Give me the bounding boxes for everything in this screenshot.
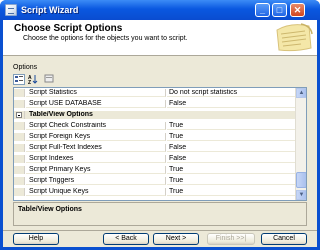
- property-name: Script USE DATABASE: [26, 100, 166, 108]
- category-label: Table/View Options: [26, 111, 296, 119]
- scroll-art-icon: [276, 23, 313, 52]
- row-gutter: [14, 100, 25, 108]
- property-pages-icon[interactable]: [43, 74, 55, 85]
- property-row[interactable]: Script Foreign Keys True: [14, 133, 296, 141]
- svg-text:Z: Z: [28, 80, 31, 84]
- minimize-button[interactable]: _: [255, 3, 270, 17]
- property-name: Script Unique Keys: [26, 188, 166, 196]
- property-name: Script Indexes: [26, 155, 166, 163]
- page-title: Choose Script Options: [14, 23, 123, 34]
- page-header: Choose Script Options Choose the options…: [3, 20, 317, 56]
- property-name: Script Primary Keys: [26, 166, 166, 174]
- wizard-icon: [5, 4, 17, 16]
- description-title: Table/View Options: [18, 206, 82, 213]
- property-row[interactable]: Script Statistics Do not script statistic…: [14, 89, 296, 97]
- row-gutter: [14, 133, 25, 141]
- scroll-up-arrow-icon[interactable]: ▲: [296, 88, 306, 98]
- property-value[interactable]: True: [167, 133, 296, 141]
- page-subtitle: Choose the options for the objects you w…: [23, 35, 188, 42]
- script-wizard-window: Script Wizard _ □ ✕ Choose Script Option…: [0, 0, 320, 250]
- property-row[interactable]: Script Check Constraints True: [14, 122, 296, 130]
- property-row[interactable]: Script Full-Text Indexes False: [14, 144, 296, 152]
- help-button[interactable]: Help: [13, 233, 59, 245]
- footer-divider: [3, 230, 317, 231]
- finish-button[interactable]: Finish >>|: [207, 233, 255, 245]
- row-gutter: [14, 155, 25, 163]
- property-value[interactable]: False: [167, 100, 296, 108]
- back-button[interactable]: < Back: [103, 233, 149, 245]
- close-button[interactable]: ✕: [290, 3, 305, 17]
- property-value[interactable]: True: [167, 177, 296, 185]
- next-button[interactable]: Next >: [153, 233, 199, 245]
- options-property-grid[interactable]: Script Statistics Do not script statistic…: [13, 87, 307, 201]
- property-row[interactable]: Script Unique Keys True: [14, 188, 296, 196]
- alphabetical-icon[interactable]: AZ: [27, 74, 39, 86]
- property-name: Script Full-Text Indexes: [26, 144, 166, 152]
- title-bar[interactable]: Script Wizard _ □ ✕: [0, 0, 320, 20]
- window-title: Script Wizard: [21, 5, 79, 15]
- collapse-minus-icon[interactable]: [16, 112, 22, 118]
- property-row[interactable]: Script Triggers True: [14, 177, 296, 185]
- property-name: Script Triggers: [26, 177, 166, 185]
- maximize-button[interactable]: □: [272, 3, 287, 17]
- row-gutter: [14, 89, 25, 97]
- wizard-client-area: Choose Script Options Choose the options…: [3, 20, 317, 247]
- property-value[interactable]: False: [167, 155, 296, 163]
- category-row[interactable]: Table/View Options: [14, 111, 296, 119]
- row-gutter: [14, 144, 25, 152]
- cancel-button[interactable]: Cancel: [261, 233, 307, 245]
- row-gutter: [14, 177, 25, 185]
- options-label: Options: [13, 64, 38, 71]
- property-row[interactable]: Script Primary Keys True: [14, 166, 296, 174]
- property-name: Script Check Constraints: [26, 122, 166, 130]
- row-gutter: [14, 122, 25, 130]
- property-name: Script Foreign Keys: [26, 133, 166, 141]
- description-panel: Table/View Options: [13, 202, 307, 226]
- property-value[interactable]: False: [167, 144, 296, 152]
- property-value[interactable]: Do not script statistics: [167, 89, 296, 97]
- vertical-scrollbar[interactable]: ▲ ▼: [295, 88, 306, 200]
- property-value[interactable]: True: [167, 122, 296, 130]
- property-value[interactable]: True: [167, 188, 296, 196]
- scroll-down-arrow-icon[interactable]: ▼: [296, 190, 306, 200]
- property-name: Script Statistics: [26, 89, 166, 97]
- row-gutter: [14, 166, 25, 174]
- property-value[interactable]: True: [167, 166, 296, 174]
- property-row[interactable]: Script Indexes False: [14, 155, 296, 163]
- row-gutter: [14, 111, 25, 119]
- property-row[interactable]: Script USE DATABASE False: [14, 100, 296, 108]
- categorized-icon[interactable]: [13, 74, 25, 85]
- scroll-thumb[interactable]: [296, 172, 306, 188]
- row-gutter: [14, 188, 25, 196]
